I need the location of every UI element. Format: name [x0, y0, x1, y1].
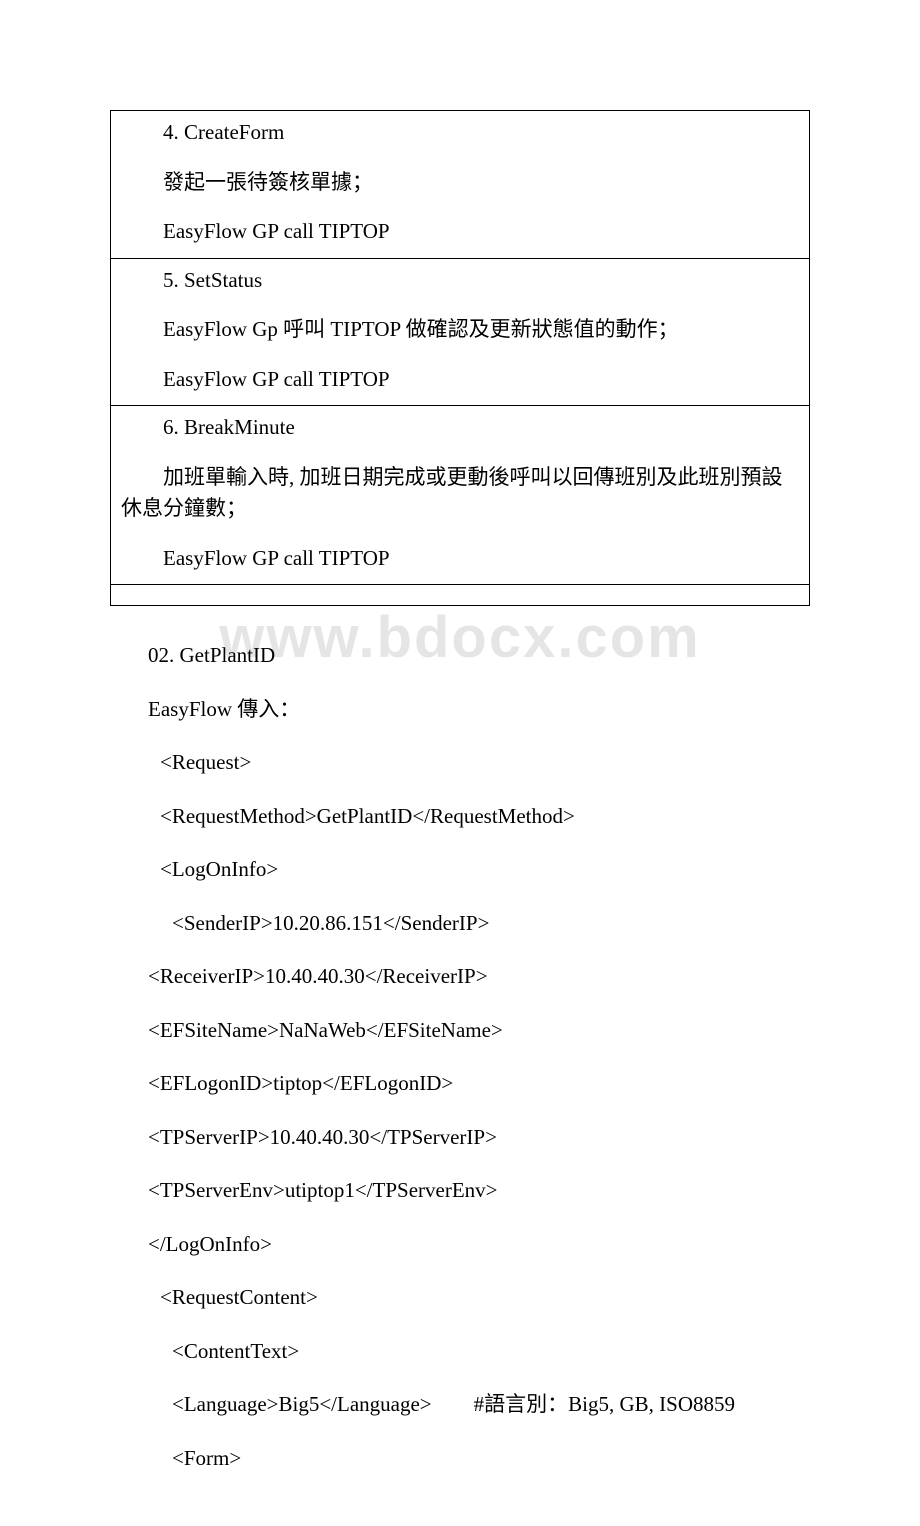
code-line: <TPServerIP>10.40.40.30</TPServerIP> [148, 1112, 810, 1166]
cell-line: 4. CreateForm [121, 111, 799, 159]
methods-table: 4. CreateForm 發起一張待簽核單據； EasyFlow GP cal… [110, 110, 810, 606]
table-cell-empty [111, 585, 810, 606]
cell-line: 5. SetStatus [121, 259, 799, 307]
document-page: 4. CreateForm 發起一張待簽核單據； EasyFlow GP cal… [0, 0, 920, 1526]
cell-line: 加班單輸入時, 加班日期完成或更動後呼叫以回傳班別及此班別預設休息分鐘數； [121, 454, 799, 535]
cell-line: EasyFlow Gp 呼叫 TIPTOP 做確認及更新狀態值的動作； [121, 306, 799, 356]
code-line: <EFLogonID>tiptop</EFLogonID> [148, 1058, 810, 1112]
code-line: <LogOnInfo> [148, 844, 810, 898]
table-row: 4. CreateForm 發起一張待簽核單據； EasyFlow GP cal… [111, 111, 810, 259]
section-heading: 02. GetPlantID [148, 630, 810, 684]
table-row: 6. BreakMinute 加班單輸入時, 加班日期完成或更動後呼叫以回傳班別… [111, 406, 810, 585]
table-row: 5. SetStatus EasyFlow Gp 呼叫 TIPTOP 做確認及更… [111, 258, 810, 406]
code-line: <RequestContent> [148, 1272, 810, 1326]
cell-line: EasyFlow GP call TIPTOP [121, 356, 799, 406]
section-subheading: EasyFlow 傳入： [148, 684, 810, 738]
cell-line: EasyFlow GP call TIPTOP [121, 208, 799, 258]
code-line: <SenderIP>10.20.86.151</SenderIP> [148, 898, 810, 952]
code-line: <RequestMethod>GetPlantID</RequestMethod… [148, 791, 810, 845]
code-line: <TPServerEnv>utiptop1</TPServerEnv> [148, 1165, 810, 1219]
code-line: <ContentText> [148, 1326, 810, 1380]
code-line: <Request> [148, 737, 810, 791]
table-row [111, 585, 810, 606]
code-line: <Language>Big5</Language> #語言別：Big5, GB,… [148, 1379, 810, 1433]
table-cell: 6. BreakMinute 加班單輸入時, 加班日期完成或更動後呼叫以回傳班別… [111, 406, 810, 585]
table-cell: 5. SetStatus EasyFlow Gp 呼叫 TIPTOP 做確認及更… [111, 258, 810, 406]
body-content: 02. GetPlantID EasyFlow 傳入： <Request> <R… [110, 630, 810, 1486]
code-line: <Form> [148, 1433, 810, 1487]
code-line: <EFSiteName>NaNaWeb</EFSiteName> [148, 1005, 810, 1059]
code-line: <ReceiverIP>10.40.40.30</ReceiverIP> [148, 951, 810, 1005]
cell-line: 發起一張待簽核單據； [121, 159, 799, 209]
cell-line: 6. BreakMinute [121, 406, 799, 454]
cell-line: EasyFlow GP call TIPTOP [121, 535, 799, 585]
table-cell: 4. CreateForm 發起一張待簽核單據； EasyFlow GP cal… [111, 111, 810, 259]
code-line: </LogOnInfo> [148, 1219, 810, 1273]
